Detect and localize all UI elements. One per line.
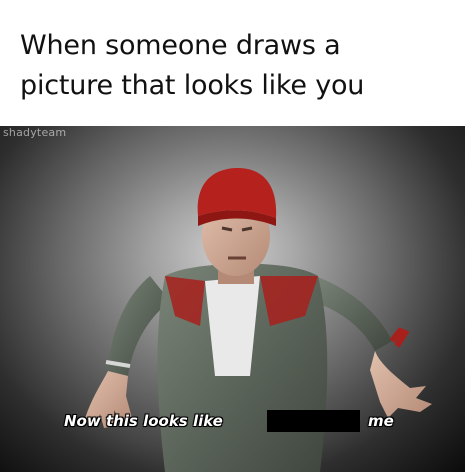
caption-line-2: picture that looks like you: [20, 70, 365, 101]
subtitle-text: Now this looks like: [64, 412, 223, 430]
subtitle-text-end: me: [368, 412, 394, 430]
meme-image: When someone draws a picture that looks l…: [0, 0, 465, 472]
video-still: shadyteam Now this looks like me: [0, 126, 465, 472]
caption-text: When someone draws a picture that looks l…: [20, 26, 450, 106]
watermark: shadyteam: [3, 126, 67, 139]
caption-line-1: When someone draws a: [20, 30, 341, 61]
censor-bar: [267, 410, 360, 432]
top-caption: When someone draws a picture that looks l…: [0, 0, 465, 126]
